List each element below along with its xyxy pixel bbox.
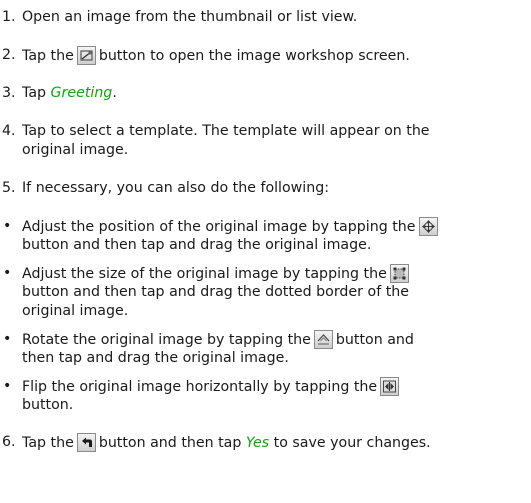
bullet-mark: • bbox=[3, 218, 12, 234]
step-number: 1. bbox=[2, 9, 16, 25]
bullet-text: original image. bbox=[22, 303, 129, 319]
yes-option: Yes bbox=[245, 435, 270, 451]
step-text: . bbox=[112, 85, 117, 101]
bullet-text: Adjust the size of the original image by… bbox=[22, 266, 387, 282]
step-text: original image. bbox=[22, 142, 129, 158]
step-number: 4. bbox=[2, 123, 16, 139]
resize-icon bbox=[389, 264, 409, 283]
rotate-icon bbox=[313, 330, 333, 349]
bullet-text: Flip the original image horizontally by … bbox=[22, 379, 378, 395]
step-number: 6. bbox=[2, 434, 16, 450]
bullet-text: button and bbox=[335, 332, 414, 348]
bullet-text: Adjust the position of the original imag… bbox=[22, 219, 416, 235]
bullet-text: button and then tap and drag the origina… bbox=[22, 237, 372, 253]
move-icon bbox=[418, 217, 438, 236]
bullet-mark: • bbox=[3, 265, 12, 281]
step-text: Tap the bbox=[22, 435, 74, 451]
step-text: to save your changes. bbox=[273, 435, 431, 451]
step-text: Tap the bbox=[22, 48, 74, 64]
step-text: button to open the image workshop screen… bbox=[98, 48, 410, 64]
step-text: Tap bbox=[22, 85, 47, 101]
bullet-mark: • bbox=[3, 331, 12, 347]
step-text: button and then tap bbox=[98, 435, 242, 451]
image-workshop-icon bbox=[76, 46, 96, 65]
step-number: 3. bbox=[2, 85, 16, 101]
greeting-option: Greeting bbox=[50, 85, 113, 101]
back-arrow-icon bbox=[76, 433, 96, 452]
step-text: If necessary, you can also do the follow… bbox=[22, 180, 330, 196]
bullet-text: Rotate the original image by tapping the bbox=[22, 332, 311, 348]
step-text: Tap to select a template. The template w… bbox=[22, 123, 430, 139]
step-number: 2. bbox=[2, 47, 16, 63]
bullet-text: button and then tap and drag the dotted … bbox=[22, 284, 409, 300]
flip-icon bbox=[380, 377, 400, 396]
step-text: Open an image from the thumbnail or list… bbox=[22, 9, 358, 25]
bullet-text: then tap and drag the original image. bbox=[22, 350, 289, 366]
step-number: 5. bbox=[2, 180, 16, 196]
bullet-text: button. bbox=[22, 397, 74, 413]
bullet-mark: • bbox=[3, 378, 12, 394]
